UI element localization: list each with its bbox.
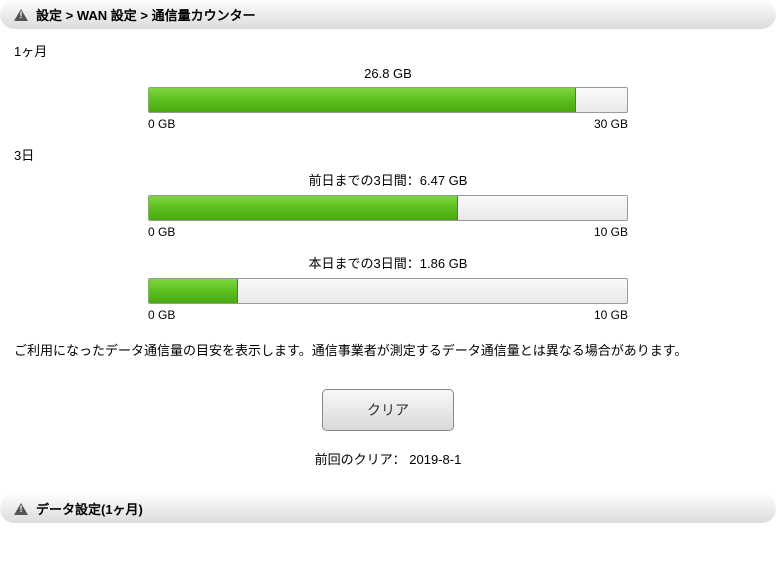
period-label-monthly: 1ヶ月 [14, 41, 762, 60]
gauge-monthly: 26.8 GB 0 GB 30 GB [148, 66, 628, 131]
breadcrumb: 設定 > WAN 設定 > 通信量カウンター [36, 5, 256, 24]
last-clear-text: 前回のクリア： 2019-8-1 [14, 449, 762, 468]
warning-icon [14, 503, 28, 515]
gauge-3day-prev-value: 前日までの3日間：6.47 GB [148, 170, 628, 189]
gauge-3day-today-fill [149, 279, 238, 303]
gauge-monthly-value: 26.8 GB [148, 66, 628, 81]
gauge-monthly-max: 30 GB [594, 117, 628, 131]
last-clear-date: 2019-8-1 [409, 452, 461, 467]
gauge-3day-today-min: 0 GB [148, 308, 175, 322]
warning-icon [14, 9, 28, 21]
section-header-data-settings: データ設定(1ヶ月) [0, 494, 776, 523]
gauge-3day-today-max: 10 GB [594, 308, 628, 322]
section-title-data-settings: データ設定(1ヶ月) [36, 499, 143, 518]
gauge-monthly-bar [148, 87, 628, 113]
usage-note: ご利用になったデータ通信量の目安を表示します。通信事業者が測定するデータ通信量と… [14, 340, 762, 359]
last-clear-label: 前回のクリア： [315, 452, 406, 467]
gauge-3day-prev-max: 10 GB [594, 225, 628, 239]
gauge-3day-today: 本日までの3日間：1.86 GB 0 GB 10 GB [148, 253, 628, 322]
gauge-3day-today-bar [148, 278, 628, 304]
gauge-monthly-min: 0 GB [148, 117, 175, 131]
gauge-3day-prev-fill [149, 196, 458, 220]
gauge-monthly-fill [149, 88, 576, 112]
period-label-3day: 3日 [14, 145, 762, 164]
section-header-traffic-counter: 設定 > WAN 設定 > 通信量カウンター [0, 0, 776, 29]
gauge-3day-prev-bar [148, 195, 628, 221]
gauge-3day-today-value: 本日までの3日間：1.86 GB [148, 253, 628, 272]
gauge-3day-prev-min: 0 GB [148, 225, 175, 239]
gauge-3day-prev: 前日までの3日間：6.47 GB 0 GB 10 GB [148, 170, 628, 239]
clear-button[interactable]: クリア [322, 389, 454, 431]
